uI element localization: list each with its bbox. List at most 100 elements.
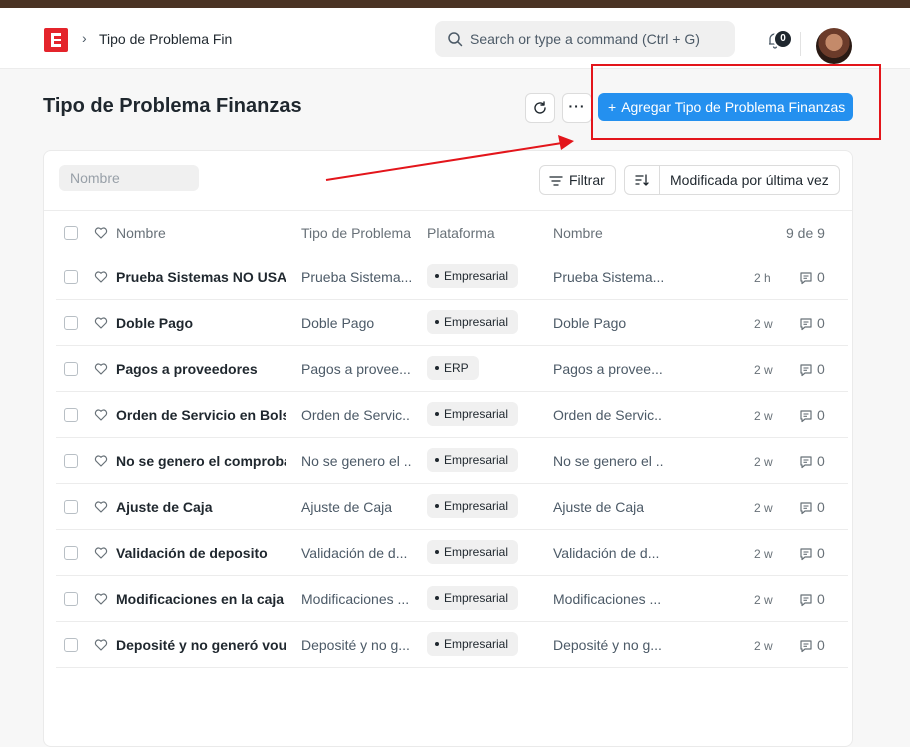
top-strip — [0, 0, 910, 8]
heart-icon[interactable] — [94, 546, 108, 560]
row-checkbox[interactable] — [64, 316, 78, 330]
plataforma-label: Empresarial — [444, 591, 509, 605]
row-name[interactable]: Validación de deposito — [116, 545, 286, 561]
heart-icon[interactable] — [94, 454, 108, 468]
comment-count[interactable]: 0 — [799, 637, 825, 653]
comment-count[interactable]: 0 — [799, 315, 825, 331]
row-tipo: Validación de d... — [301, 545, 408, 561]
table-row[interactable]: Doble Pago Doble Pago Empresarial Doble Pag… — [44, 300, 852, 346]
sort-order-toggle[interactable] — [625, 166, 660, 194]
table-row[interactable]: Modificaciones en la caja d Modificacione… — [44, 576, 852, 622]
comment-count[interactable]: 0 — [799, 269, 825, 285]
heart-icon[interactable] — [94, 270, 108, 284]
plataforma-badge[interactable]: Empresarial — [427, 448, 519, 472]
search-placeholder: Search or type a command (Ctrl + G) — [470, 31, 700, 47]
comment-count-value: 0 — [817, 453, 825, 469]
row-name[interactable]: Orden de Servicio en Bolsa — [116, 407, 286, 423]
comment-count-value: 0 — [817, 637, 825, 653]
column-header-plataforma[interactable]: Plataforma — [427, 225, 495, 241]
table-row[interactable]: No se genero el comprobar No se genero el… — [44, 438, 852, 484]
navbar: › Tipo de Problema Fina Search or type a… — [0, 8, 910, 69]
comment-count[interactable]: 0 — [799, 361, 825, 377]
row-name[interactable]: No se genero el comprobar — [116, 453, 286, 469]
row-name[interactable]: Doble Pago — [116, 315, 286, 331]
row-name[interactable]: Pagos a proveedores — [116, 361, 286, 377]
column-header-nombre[interactable]: Nombre — [553, 225, 603, 241]
heart-icon[interactable] — [94, 408, 108, 422]
comment-icon — [800, 272, 812, 285]
table-row[interactable]: Prueba Sistemas NO USAR Prueba Sistema...… — [44, 254, 852, 300]
plataforma-badge[interactable]: Empresarial — [427, 494, 519, 518]
sort-label: Modificada por última vez — [670, 172, 829, 188]
modified-time: 2 h — [754, 271, 771, 285]
comment-count-value: 0 — [817, 361, 825, 377]
plataforma-badge[interactable]: Empresarial — [427, 310, 519, 334]
plataforma-label: Empresarial — [444, 269, 509, 283]
row-name[interactable]: Deposité y no generó voucl — [116, 637, 286, 653]
row-checkbox[interactable] — [64, 454, 78, 468]
heart-icon[interactable] — [94, 316, 108, 330]
comment-count-value: 0 — [817, 269, 825, 285]
comment-icon — [800, 410, 812, 423]
comment-count[interactable]: 0 — [799, 499, 825, 515]
table-row[interactable]: Ajuste de Caja Ajuste de Caja Empresarial A… — [44, 484, 852, 530]
row-nombre: No se genero el ... — [553, 453, 663, 469]
row-checkbox[interactable] — [64, 638, 78, 652]
row-checkbox[interactable] — [64, 592, 78, 606]
row-tipo: Prueba Sistema... — [301, 269, 411, 285]
table-row[interactable]: Validación de deposito Validación de d...… — [44, 530, 852, 576]
column-header-name[interactable]: Nombre — [116, 225, 166, 241]
modified-time: 2 w — [754, 639, 773, 653]
row-checkbox[interactable] — [64, 270, 78, 284]
table-row[interactable]: Deposité y no generó voucl Deposité y no … — [44, 622, 852, 668]
row-name[interactable]: Ajuste de Caja — [116, 499, 286, 515]
row-tipo: No se genero el ... — [301, 453, 411, 469]
column-header-tipo[interactable]: Tipo de Problema — [301, 225, 411, 241]
comment-icon — [800, 318, 812, 331]
plataforma-badge[interactable]: Empresarial — [427, 264, 519, 288]
comment-icon — [800, 456, 812, 469]
row-checkbox[interactable] — [64, 500, 78, 514]
app-logo[interactable] — [44, 28, 68, 52]
row-nombre: Deposité y no g... — [553, 637, 662, 653]
heart-icon[interactable] — [94, 500, 108, 514]
row-tipo: Orden de Servic... — [301, 407, 411, 423]
comment-count[interactable]: 0 — [799, 545, 825, 561]
heart-icon[interactable] — [94, 362, 108, 376]
breadcrumb[interactable]: Tipo de Problema Fina — [99, 31, 233, 47]
row-name[interactable]: Prueba Sistemas NO USAR — [116, 269, 286, 285]
comment-count[interactable]: 0 — [799, 453, 825, 469]
more-actions-button[interactable]: ··· — [562, 93, 592, 123]
table-row[interactable]: Orden de Servicio en Bolsa Orden de Servi… — [44, 392, 852, 438]
select-all-checkbox[interactable] — [64, 226, 78, 240]
row-name[interactable]: Modificaciones en la caja d — [116, 591, 286, 607]
modified-time: 2 w — [754, 593, 773, 607]
name-filter-input[interactable]: Nombre — [59, 165, 199, 191]
comment-count[interactable]: 0 — [799, 591, 825, 607]
row-checkbox[interactable] — [64, 362, 78, 376]
plataforma-badge[interactable]: Empresarial — [427, 632, 519, 656]
row-tipo: Ajuste de Caja — [301, 499, 393, 515]
comment-count[interactable]: 0 — [799, 407, 825, 423]
heart-icon[interactable] — [94, 592, 108, 606]
heart-icon[interactable] — [94, 638, 108, 652]
reload-button[interactable] — [525, 93, 555, 123]
plataforma-badge[interactable]: Empresarial — [427, 540, 519, 564]
row-checkbox[interactable] — [64, 546, 78, 560]
plataforma-badge[interactable]: Empresarial — [427, 402, 519, 426]
modified-time: 2 w — [754, 501, 773, 515]
sort-selector[interactable]: Modificada por última vez — [624, 165, 840, 195]
chevron-right-icon: › — [82, 30, 87, 46]
plataforma-badge[interactable]: Empresarial — [427, 586, 519, 610]
row-nombre: Modificaciones ... — [553, 591, 662, 607]
search-bar[interactable]: Search or type a command (Ctrl + G) — [435, 21, 735, 57]
modified-time: 2 w — [754, 547, 773, 561]
row-nombre: Ajuste de Caja — [553, 499, 645, 515]
avatar[interactable] — [816, 28, 852, 64]
heart-icon[interactable] — [94, 226, 108, 240]
row-checkbox[interactable] — [64, 408, 78, 422]
row-nombre: Orden de Servic... — [553, 407, 663, 423]
plataforma-badge[interactable]: ERP — [427, 356, 479, 380]
table-row[interactable]: Pagos a proveedores Pagos a provee... ERP P… — [44, 346, 852, 392]
modified-time: 2 w — [754, 363, 773, 377]
